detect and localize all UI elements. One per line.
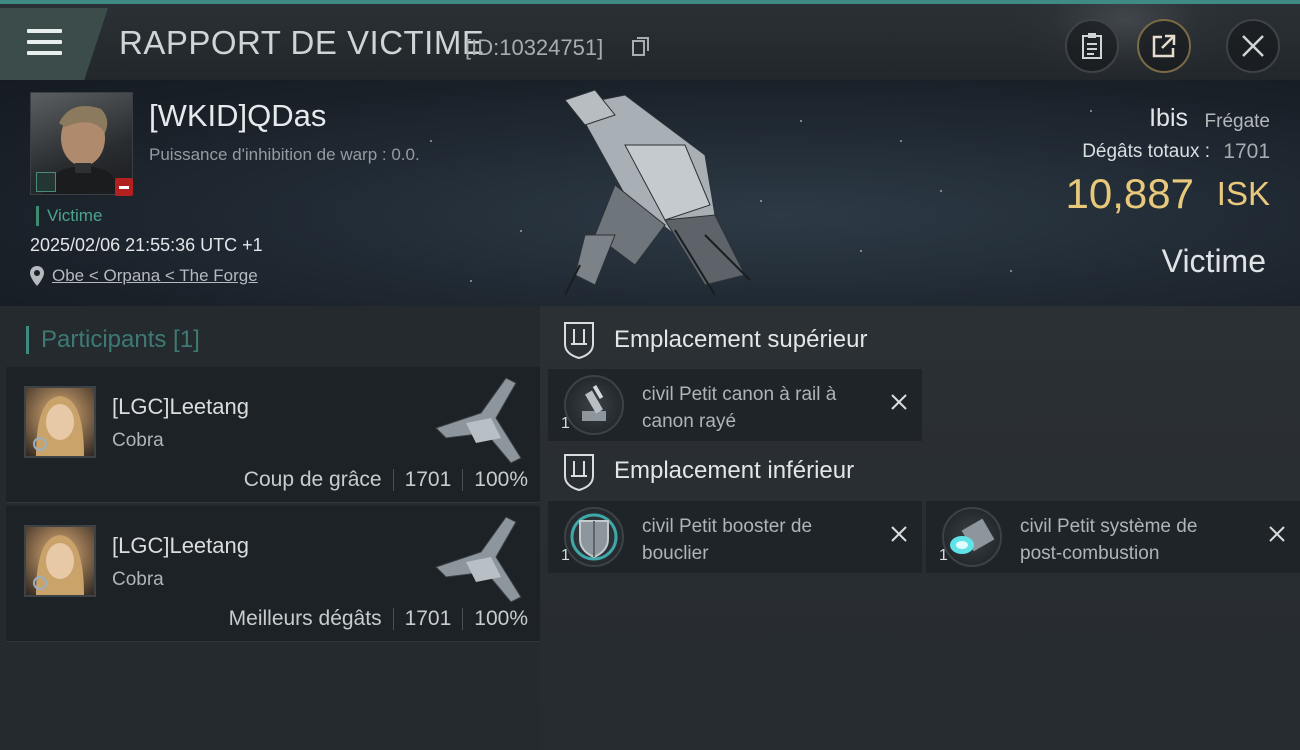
module-quantity: 1 (561, 547, 570, 564)
pilot-portrait-icon (33, 535, 84, 595)
participant-row[interactable]: [LGC]Leetang Cobra Meilleurs dégâts 1701… (6, 506, 540, 642)
kill-datetime: 2025/02/06 21:55:36 UTC +1 (30, 235, 263, 255)
module-name: civil Petit booster de bouclier (642, 516, 813, 564)
ship-name[interactable]: Ibis (1149, 104, 1188, 133)
total-damage-value: 1701 (1223, 140, 1270, 163)
share-button[interactable] (1137, 19, 1191, 73)
participant-row[interactable]: [LGC]Leetang Cobra Coup de grâce 1701 10… (6, 367, 540, 503)
participants-header: Participants [1] (26, 326, 200, 354)
cobra-ship-icon (435, 516, 522, 603)
header-bar: RAPPORT DE VICTIME [ID:10324751] (0, 0, 1300, 84)
shield-booster-icon (564, 507, 624, 567)
railgun-icon (564, 375, 624, 435)
planet-backdrop (1010, 4, 1240, 84)
participant-role-label: Coup de grâce (243, 468, 382, 491)
victim-status-icon (115, 178, 133, 196)
afterburner-icon (942, 507, 1002, 567)
high-slot-icon (564, 322, 594, 360)
corp-logo-icon (36, 172, 56, 192)
module-item[interactable]: 1 civil Petit système de post-combustion (926, 501, 1300, 573)
ship-class: Frégate (1204, 111, 1270, 132)
participant-damage: 1701 (404, 607, 452, 630)
clipboard-button[interactable] (1065, 19, 1119, 73)
isk-value: 10,887 (1065, 170, 1194, 217)
module-quantity: 1 (939, 547, 948, 564)
destroyed-x-icon (891, 526, 907, 542)
participant-name[interactable]: [LGC]Leetang (112, 394, 249, 420)
destroyed-x-icon (891, 394, 907, 410)
close-icon (1242, 35, 1264, 57)
module-name: civil Petit canon à rail à canon rayé (642, 384, 837, 432)
divider (462, 608, 464, 630)
fitting-panel: Emplacement supérieur 1 civil Petit cano… (540, 306, 1300, 750)
participant-stats: Meilleurs dégâts 1701 100% (229, 607, 528, 631)
victim-banner: [WKID]QDas Puissance d'inhibition de war… (0, 80, 1300, 306)
victim-name[interactable]: [WKID]QDas (149, 98, 326, 134)
cobra-ship-icon (435, 377, 522, 464)
participant-percent: 100% (474, 468, 528, 491)
copy-icon[interactable] (632, 37, 650, 57)
participant-avatar[interactable] (24, 525, 96, 597)
role-label: Victime (1161, 243, 1266, 279)
clipboard-icon (1082, 33, 1102, 59)
location-link[interactable]: Obe < Orpana < The Forge (30, 266, 258, 286)
upper-slot-title: Emplacement supérieur (614, 326, 868, 353)
participant-ship: Cobra (112, 569, 164, 590)
share-icon (1152, 34, 1176, 58)
warp-disruption-text: Puissance d'inhibition de warp : 0.0. (149, 145, 420, 164)
participant-ship: Cobra (112, 430, 164, 451)
menu-button[interactable] (0, 8, 108, 80)
low-slot-icon (564, 454, 594, 492)
module-item[interactable]: 1 civil Petit booster de bouclier (548, 501, 922, 573)
close-button[interactable] (1226, 19, 1280, 73)
map-pin-icon (30, 266, 44, 286)
module-quantity: 1 (561, 415, 570, 432)
page-title: RAPPORT DE VICTIME (119, 24, 485, 61)
pilot-portrait-icon (33, 396, 84, 456)
participant-role-label: Meilleurs dégâts (228, 607, 382, 630)
participant-damage: 1701 (404, 468, 452, 491)
module-item[interactable]: 1 civil Petit canon à rail à canon rayé (548, 369, 922, 441)
menu-icon (27, 29, 62, 33)
divider (392, 469, 394, 491)
location-text[interactable]: Obe < Orpana < The Forge (52, 266, 258, 286)
divider (392, 608, 394, 630)
participant-percent: 100% (474, 607, 528, 630)
lower-slot-title: Emplacement inférieur (614, 457, 855, 484)
participant-stats: Coup de grâce 1701 100% (244, 468, 528, 492)
participants-panel: Participants [1] [LGC]Leetang Cobra Coup… (0, 306, 540, 750)
total-damage-label: Dégâts totaux : (1082, 141, 1210, 162)
destroyed-x-icon (1269, 526, 1285, 542)
victim-tag: Victime (36, 206, 102, 226)
report-id: [ID:10324751] (465, 35, 604, 60)
divider (462, 469, 464, 491)
participant-avatar[interactable] (24, 386, 96, 458)
module-name: civil Petit système de post-combustion (1020, 516, 1198, 564)
participant-name[interactable]: [LGC]Leetang (112, 533, 249, 559)
victim-ship-image (564, 89, 751, 296)
isk-unit: ISK (1216, 175, 1270, 212)
